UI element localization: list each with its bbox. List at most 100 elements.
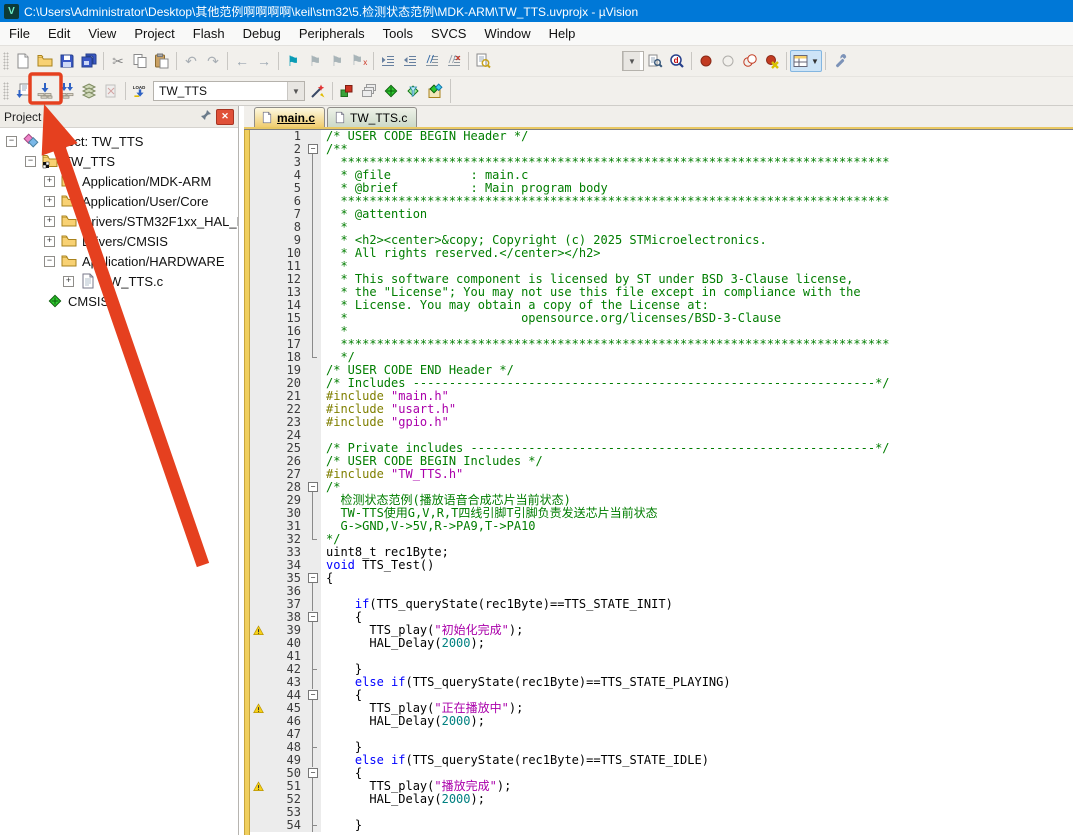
code-line[interactable]: 15 * opensource.org/licenses/BSD-3-Claus… [250,312,1073,325]
fold-toggle-icon[interactable]: − [306,611,321,624]
code-line[interactable]: 40 HAL_Delay(2000); [250,637,1073,650]
paste-icon[interactable] [151,50,173,72]
cut-icon[interactable]: ✂ [107,50,129,72]
breakpoint-kill-all-icon[interactable] [761,50,783,72]
copy-icon[interactable] [129,50,151,72]
expand-icon[interactable]: + [44,196,55,207]
uncomment-icon[interactable] [443,50,465,72]
breakpoint-enable-icon[interactable] [717,50,739,72]
expand-icon[interactable]: + [63,276,74,287]
close-panel-button[interactable]: ✕ [216,109,234,125]
code-line[interactable]: 53 [250,806,1073,819]
code-line[interactable]: 7 * @attention [250,208,1073,221]
code-line[interactable]: 35−{ [250,572,1073,585]
tab-tw-tts-c[interactable]: TW_TTS.c [327,107,417,127]
code-line[interactable]: 52 HAL_Delay(2000); [250,793,1073,806]
expand-icon[interactable]: + [44,236,55,247]
options-wand-icon[interactable] [307,80,329,102]
tree-item-drivers-stm32f1xx-hal-driv[interactable]: +Drivers/STM32F1xx_HAL_Driv [0,211,238,231]
tree-item-application-user-core[interactable]: +Application/User/Core [0,191,238,211]
code-line[interactable]: 23#include "gpio.h" [250,416,1073,429]
menu-item-file[interactable]: File [0,23,39,44]
nav-forward-icon[interactable]: → [253,50,275,72]
menu-item-help[interactable]: Help [540,23,585,44]
code-line[interactable]: 10 * All rights reserved.</center></h2> [250,247,1073,260]
code-line[interactable]: 34void TTS_Test() [250,559,1073,572]
save-all-icon[interactable] [78,50,100,72]
new-file-icon[interactable] [12,50,34,72]
chevron-down-icon[interactable]: ▼ [623,52,640,70]
collapse-icon[interactable]: − [44,256,55,267]
code-line[interactable]: 17 *************************************… [250,338,1073,351]
nav-back-icon[interactable]: ← [231,50,253,72]
tree-item-cmsis[interactable]: CMSIS [0,291,238,311]
breakpoint-disable-all-icon[interactable] [739,50,761,72]
tab-main-c[interactable]: main.c [254,107,325,127]
code-line[interactable]: 54 } [250,819,1073,832]
menu-item-svcs[interactable]: SVCS [422,23,475,44]
breakpoint-icon[interactable] [695,50,717,72]
toolbar-drag-handle[interactable] [3,52,9,70]
code-line[interactable]: 1/* USER CODE BEGIN Header */ [250,130,1073,143]
tree-item-project-tw-tts[interactable]: −Project: TW_TTS [0,131,238,151]
stacked-windows-icon[interactable] [358,80,380,102]
pin-icon[interactable] [200,109,212,124]
build-icon[interactable] [34,80,56,102]
target-selector-combo[interactable]: TW_TTS▼ [153,81,305,101]
tree-item-tw-tts-c[interactable]: +TW_TTS.c [0,271,238,291]
save-icon[interactable] [56,50,78,72]
rte-diamond-icon[interactable] [380,80,402,102]
components-icon[interactable] [336,80,358,102]
comment-icon[interactable] [421,50,443,72]
bookmark-next-icon[interactable]: ⚑ [326,50,348,72]
code-line[interactable]: 37 if(TTS_queryState(rec1Byte)==TTS_STAT… [250,598,1073,611]
batch-build-icon[interactable] [78,80,100,102]
menu-item-edit[interactable]: Edit [39,23,79,44]
expand-icon[interactable]: + [44,176,55,187]
undo-icon[interactable]: ↶ [180,50,202,72]
outdent-icon[interactable] [399,50,421,72]
collapse-icon[interactable]: − [25,156,36,167]
bookmark-icon[interactable]: ⚑ [282,50,304,72]
code-line[interactable]: 49 else if(TTS_queryState(rec1Byte)==TTS… [250,754,1073,767]
translate-icon[interactable] [12,80,34,102]
code-line[interactable]: 46 HAL_Delay(2000); [250,715,1073,728]
bookmark-clear-icon[interactable]: ⚑x [348,50,370,72]
code-line[interactable]: 43 else if(TTS_queryState(rec1Byte)==TTS… [250,676,1073,689]
code-line[interactable]: 31 G->GND,V->5V,R->PA9,T->PA10 [250,520,1073,533]
code-line[interactable]: 27#include "TW_TTS.h" [250,468,1073,481]
configure-wrench-icon[interactable] [829,50,851,72]
tree-item-application-mdk-arm[interactable]: +Application/MDK-ARM [0,171,238,191]
menu-item-window[interactable]: Window [475,23,539,44]
filter-diamond-icon[interactable] [402,80,424,102]
find-icon[interactable] [644,50,666,72]
collapse-icon[interactable]: − [6,136,17,147]
pack-installer-icon[interactable] [424,80,446,102]
menu-item-debug[interactable]: Debug [234,23,290,44]
find-in-files-icon[interactable] [472,50,494,72]
code-line[interactable]: 41 [250,650,1073,663]
fold-toggle-icon[interactable]: − [306,481,321,494]
load-icon[interactable]: LOAD [129,80,151,102]
fold-toggle-icon[interactable]: − [306,572,321,585]
menu-item-view[interactable]: View [79,23,125,44]
incremental-find-icon[interactable]: d [666,50,688,72]
tree-item-tw-tts[interactable]: −TW_TTS [0,151,238,171]
expand-icon[interactable]: + [44,216,55,227]
code-line[interactable]: 47 [250,728,1073,741]
fold-toggle-icon[interactable]: − [306,143,321,156]
tree-item-drivers-cmsis[interactable]: +Drivers/CMSIS [0,231,238,251]
menu-item-peripherals[interactable]: Peripherals [290,23,374,44]
toolbar-drag-handle[interactable] [3,82,9,100]
menu-item-tools[interactable]: Tools [374,23,422,44]
rebuild-icon[interactable] [56,80,78,102]
bookmark-prev-icon[interactable]: ⚑ [304,50,326,72]
stop-build-icon[interactable] [100,80,122,102]
redo-icon[interactable]: ↷ [202,50,224,72]
open-folder-icon[interactable] [34,50,56,72]
indent-icon[interactable] [377,50,399,72]
fold-toggle-icon[interactable]: − [306,689,321,702]
menu-item-flash[interactable]: Flash [184,23,234,44]
fold-toggle-icon[interactable]: − [306,767,321,780]
chevron-down-icon[interactable]: ▼ [287,82,304,100]
